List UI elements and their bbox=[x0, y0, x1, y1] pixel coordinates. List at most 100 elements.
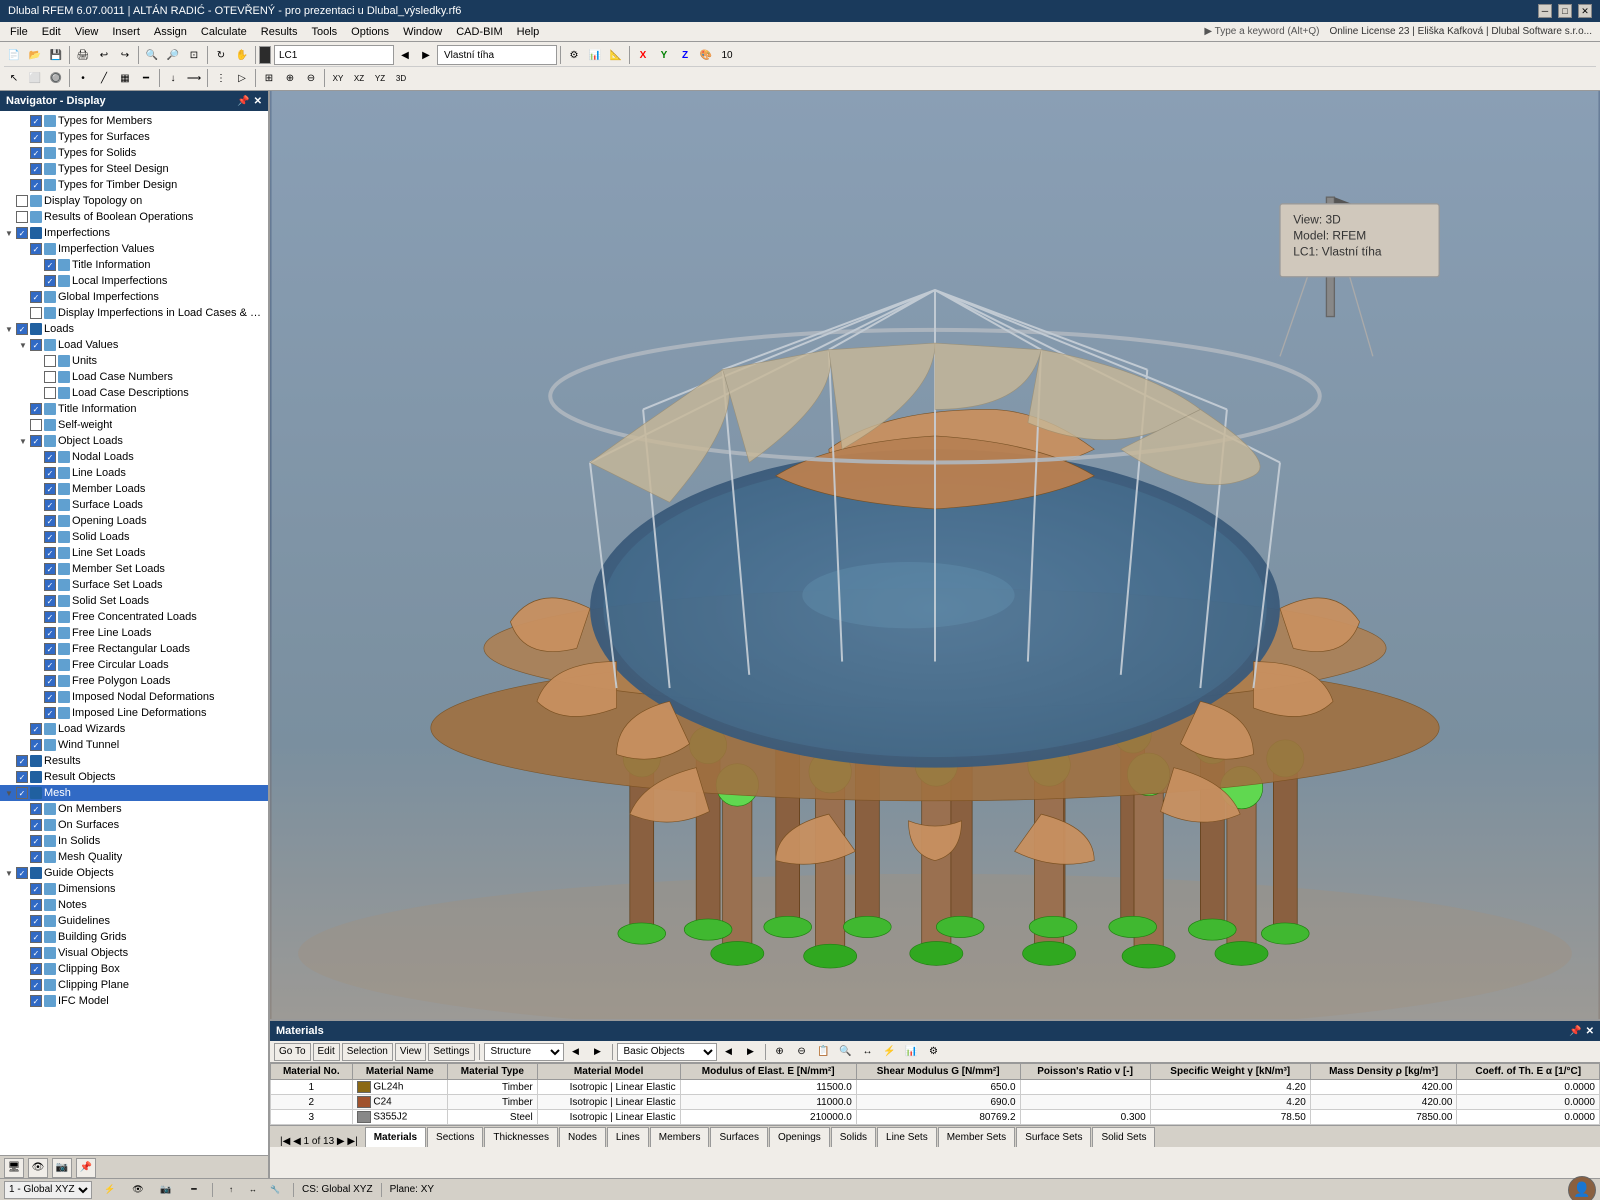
tree-item-object-loads[interactable]: ▼✓Object Loads bbox=[0, 433, 268, 449]
tree-item-free-line[interactable]: ✓Free Line Loads bbox=[0, 625, 268, 641]
mat-close-btn[interactable]: ✕ bbox=[1586, 1026, 1594, 1037]
tree-item-title-info-loads[interactable]: ✓Title Information bbox=[0, 401, 268, 417]
checkbox-mesh[interactable]: ✓ bbox=[16, 787, 28, 799]
mat-tb4[interactable]: 🔍 bbox=[836, 1042, 856, 1062]
checkbox-dimensions[interactable]: ✓ bbox=[30, 883, 42, 895]
tree-item-mesh[interactable]: ▼✓Mesh bbox=[0, 785, 268, 801]
checkbox-lc-numbers[interactable] bbox=[44, 371, 56, 383]
node-tool[interactable]: • bbox=[73, 68, 93, 88]
tree-item-guide-objects[interactable]: ▼✓Guide Objects bbox=[0, 865, 268, 881]
tree-item-types-timber[interactable]: ✓Types for Timber Design bbox=[0, 177, 268, 193]
tree-item-on-members[interactable]: ✓On Members bbox=[0, 801, 268, 817]
load-tool[interactable]: ↓ bbox=[163, 68, 183, 88]
menu-cadbim[interactable]: CAD-BIM bbox=[450, 25, 508, 39]
tree-item-types-surfaces[interactable]: ✓Types for Surfaces bbox=[0, 129, 268, 145]
checkbox-member-loads[interactable]: ✓ bbox=[44, 483, 56, 495]
mat-tb8[interactable]: ⚙ bbox=[924, 1042, 944, 1062]
menu-calculate[interactable]: Calculate bbox=[195, 25, 253, 39]
checkbox-nodal-loads[interactable]: ✓ bbox=[44, 451, 56, 463]
tree-item-imperfections[interactable]: ▼✓Imperfections bbox=[0, 225, 268, 241]
checkbox-on-surfaces[interactable]: ✓ bbox=[30, 819, 42, 831]
checkbox-wind-tunnel[interactable]: ✓ bbox=[30, 739, 42, 751]
checkbox-solid-set-loads[interactable]: ✓ bbox=[44, 595, 56, 607]
nav-icon-view[interactable]: 📷 bbox=[52, 1158, 72, 1178]
tree-item-wind-tunnel[interactable]: ✓Wind Tunnel bbox=[0, 737, 268, 753]
menu-file[interactable]: File bbox=[4, 25, 34, 39]
tree-item-load-wizards[interactable]: ✓Load Wizards bbox=[0, 721, 268, 737]
maximize-button[interactable]: □ bbox=[1558, 4, 1572, 18]
checkbox-ifc-model[interactable]: ✓ bbox=[30, 995, 42, 1007]
undo-button[interactable]: ↩ bbox=[94, 45, 114, 65]
zoom-in-btn[interactable]: 🔍 bbox=[142, 45, 162, 65]
tb-render-btn[interactable]: 🎨 bbox=[696, 45, 716, 65]
tree-item-dimensions[interactable]: ✓Dimensions bbox=[0, 881, 268, 897]
menu-view[interactable]: View bbox=[69, 25, 105, 39]
mat-nav-next[interactable]: ▶ bbox=[588, 1042, 608, 1062]
select-btn[interactable]: ↖ bbox=[4, 68, 24, 88]
view-xz[interactable]: XZ bbox=[349, 68, 369, 88]
page-prev[interactable]: |◀ ◀ bbox=[280, 1136, 301, 1147]
tree-item-visual-objects[interactable]: ✓Visual Objects bbox=[0, 945, 268, 961]
status-btn3[interactable]: 📷 bbox=[156, 1180, 176, 1200]
lc-selector[interactable]: LC1 bbox=[274, 45, 394, 65]
checkbox-types-solids[interactable]: ✓ bbox=[30, 147, 42, 159]
expander-mesh[interactable]: ▼ bbox=[2, 786, 16, 800]
view-all-btn[interactable]: ⊡ bbox=[184, 45, 204, 65]
nav-icon-visibility[interactable]: 👁 bbox=[28, 1158, 48, 1178]
snap-grid[interactable]: ⊞ bbox=[259, 68, 279, 88]
pan-btn[interactable]: ✋ bbox=[232, 45, 252, 65]
checkbox-display-imp-load[interactable] bbox=[30, 307, 42, 319]
material-row-3[interactable]: 3 S355J2SteelIsotropic | Linear Elastic2… bbox=[271, 1110, 1600, 1125]
checkbox-results[interactable]: ✓ bbox=[16, 755, 28, 767]
view-yz[interactable]: YZ bbox=[370, 68, 390, 88]
member-tool[interactable]: ━ bbox=[136, 68, 156, 88]
checkbox-units[interactable] bbox=[44, 355, 56, 367]
tree-item-free-concentrated[interactable]: ✓Free Concentrated Loads bbox=[0, 609, 268, 625]
tree-item-loads[interactable]: ▼✓Loads bbox=[0, 321, 268, 337]
checkbox-surface-set-loads[interactable]: ✓ bbox=[44, 579, 56, 591]
tab-materials[interactable]: Materials bbox=[365, 1127, 426, 1147]
mat-pin-btn[interactable]: 📌 bbox=[1569, 1026, 1581, 1037]
menu-assign[interactable]: Assign bbox=[148, 25, 193, 39]
zoom-out-btn[interactable]: 🔎 bbox=[163, 45, 183, 65]
tab-solid-sets[interactable]: Solid Sets bbox=[1092, 1127, 1155, 1147]
tab-thicknesses[interactable]: Thicknesses bbox=[484, 1127, 558, 1147]
checkbox-clipping-plane[interactable]: ✓ bbox=[30, 979, 42, 991]
tree-item-free-circular[interactable]: ✓Free Circular Loads bbox=[0, 657, 268, 673]
tb-x-axis[interactable]: X bbox=[633, 45, 653, 65]
mat-tb2[interactable]: ⊖ bbox=[792, 1042, 812, 1062]
checkbox-bool-results[interactable] bbox=[16, 211, 28, 223]
tree-item-types-steel[interactable]: ✓Types for Steel Design bbox=[0, 161, 268, 177]
redo-button[interactable]: ↪ bbox=[115, 45, 135, 65]
snap-node[interactable]: ⊕ bbox=[280, 68, 300, 88]
status-btn4[interactable]: ━ bbox=[184, 1180, 204, 1200]
checkbox-load-wizards[interactable]: ✓ bbox=[30, 723, 42, 735]
status-btn2[interactable]: 👁 bbox=[128, 1180, 148, 1200]
tree-item-local-imperfections[interactable]: ✓Local Imperfections bbox=[0, 273, 268, 289]
mat-tb5[interactable]: ↔ bbox=[858, 1042, 878, 1062]
close-button[interactable]: ✕ bbox=[1578, 4, 1592, 18]
viewport-3d[interactable]: View: 3D Model: RFEM LC1: Vlastní tíha C… bbox=[270, 91, 1600, 1179]
checkbox-surface-loads[interactable]: ✓ bbox=[44, 499, 56, 511]
tree-item-clipping-plane[interactable]: ✓Clipping Plane bbox=[0, 977, 268, 993]
tab-surface-sets[interactable]: Surface Sets bbox=[1016, 1127, 1091, 1147]
checkbox-display-topology[interactable] bbox=[16, 195, 28, 207]
expander-guide-objects[interactable]: ▼ bbox=[2, 866, 16, 880]
tree-item-mesh-quality[interactable]: ✓Mesh Quality bbox=[0, 849, 268, 865]
checkbox-line-loads[interactable]: ✓ bbox=[44, 467, 56, 479]
tree-item-solid-loads[interactable]: ✓Solid Loads bbox=[0, 529, 268, 545]
basic-objects-dropdown[interactable]: Basic Objects bbox=[617, 1043, 717, 1061]
status-btn1[interactable]: ⚡ bbox=[100, 1180, 120, 1200]
nav-close-btn[interactable]: ✕ bbox=[254, 96, 262, 107]
checkbox-building-grids[interactable]: ✓ bbox=[30, 931, 42, 943]
coord-system-select[interactable]: 1 - Global XYZ bbox=[4, 1181, 92, 1199]
checkbox-lc-descriptions[interactable] bbox=[44, 387, 56, 399]
tb-num-input[interactable]: 10 bbox=[717, 45, 737, 65]
tree-item-types-solids[interactable]: ✓Types for Solids bbox=[0, 145, 268, 161]
tb-extra2[interactable]: 📊 bbox=[585, 45, 605, 65]
checkbox-free-polygon[interactable]: ✓ bbox=[44, 675, 56, 687]
tree-item-surface-set-loads[interactable]: ✓Surface Set Loads bbox=[0, 577, 268, 593]
tb-y-axis[interactable]: Y bbox=[654, 45, 674, 65]
menu-help[interactable]: Help bbox=[511, 25, 546, 39]
st-tb1[interactable]: ↑ bbox=[221, 1180, 241, 1200]
